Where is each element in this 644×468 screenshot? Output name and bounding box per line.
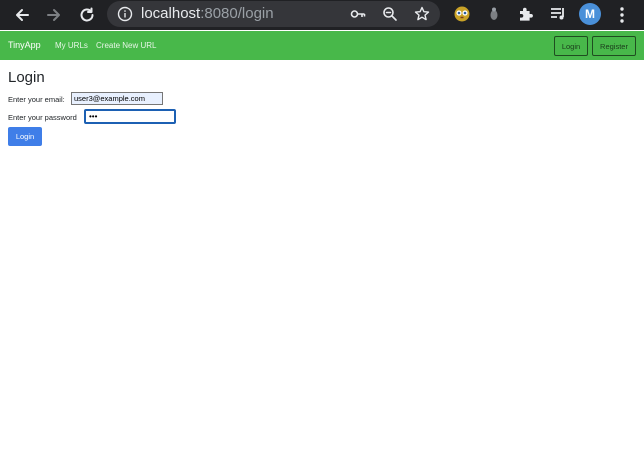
- back-button[interactable]: [10, 3, 34, 27]
- forward-arrow-icon: [47, 9, 60, 21]
- nav-link-my-urls[interactable]: My URLs: [55, 41, 88, 50]
- profile-avatar[interactable]: M: [579, 3, 601, 25]
- nav-link-create-new-url[interactable]: Create New URL: [96, 41, 156, 50]
- app-navbar: TinyApp My URLs Create New URL Login Reg…: [0, 31, 644, 60]
- email-field[interactable]: [71, 92, 163, 105]
- password-label: Enter your password: [8, 113, 77, 122]
- brand-link[interactable]: TinyApp: [8, 40, 41, 50]
- site-info-icon[interactable]: [117, 6, 133, 22]
- address-bar[interactable]: localhost:8080/login: [107, 1, 440, 27]
- navbar-login-button[interactable]: Login: [554, 36, 588, 56]
- page-title: Login: [8, 69, 45, 86]
- media-playlist-icon[interactable]: [549, 5, 567, 23]
- extensions-puzzle-icon[interactable]: [517, 5, 535, 23]
- back-arrow-icon: [16, 9, 29, 21]
- more-menu-icon[interactable]: [615, 6, 629, 24]
- password-field[interactable]: [84, 109, 176, 124]
- extension-owl-icon[interactable]: [453, 5, 471, 23]
- browser-toolbar: localhost:8080/login M: [0, 0, 644, 30]
- reload-icon: [80, 7, 94, 22]
- url-host: localhost: [141, 5, 201, 22]
- bookmark-star-icon[interactable]: [414, 6, 430, 22]
- forward-button[interactable]: [42, 3, 66, 27]
- url-text[interactable]: localhost:8080/login: [141, 5, 274, 23]
- extension-grey-icon[interactable]: [485, 5, 503, 23]
- login-submit-button[interactable]: Login: [8, 127, 42, 146]
- zoom-out-icon[interactable]: [382, 6, 398, 22]
- url-path: :8080/login: [200, 5, 274, 22]
- key-icon[interactable]: [350, 6, 366, 22]
- navbar-register-button[interactable]: Register: [592, 36, 636, 56]
- email-label: Enter your email:: [8, 95, 65, 104]
- reload-button[interactable]: [75, 3, 99, 27]
